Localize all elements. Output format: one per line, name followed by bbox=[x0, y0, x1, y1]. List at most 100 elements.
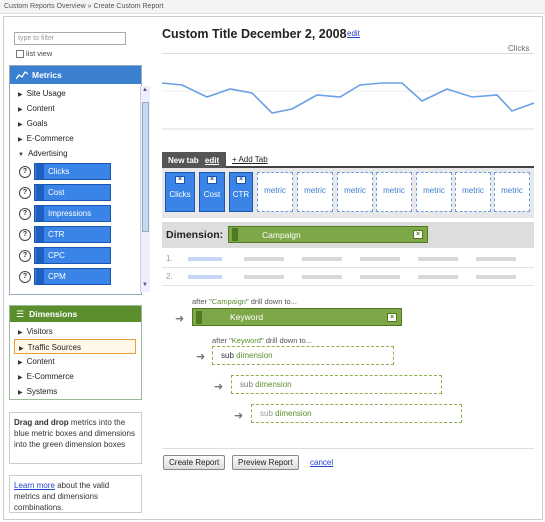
remove-icon[interactable]: × bbox=[413, 230, 423, 239]
metric-slot-clicks[interactable]: × Clicks bbox=[165, 172, 195, 212]
table-row: 2. bbox=[162, 268, 534, 286]
metric-group-ecommerce[interactable]: ▶ E-Commerce bbox=[10, 131, 138, 146]
clicks-sparkline-chart bbox=[162, 53, 534, 130]
remove-icon[interactable]: × bbox=[236, 176, 246, 184]
metric-slot-empty[interactable]: metric bbox=[455, 172, 491, 212]
subdimension-keyword[interactable]: Keyword × bbox=[192, 308, 402, 326]
list-view-toggle[interactable]: list view bbox=[16, 49, 52, 58]
preview-report-button[interactable]: Preview Report bbox=[232, 455, 299, 470]
tab-label: New tab bbox=[168, 156, 199, 165]
drag-handle bbox=[196, 310, 202, 324]
dimension-campaign[interactable]: Campaign × bbox=[228, 226, 428, 243]
expand-icon: ▶ bbox=[18, 107, 23, 113]
dimension-tree: ▶ Visitors ▶ Traffic Sources ▶ Content ▶ E-C… bbox=[10, 324, 141, 399]
help-icon[interactable]: ? bbox=[19, 165, 31, 178]
help-icon[interactable]: ? bbox=[19, 249, 31, 262]
dimension-group-visitors[interactable]: ▶ Visitors bbox=[10, 324, 141, 339]
learn-more-help: Learn more about the valid metrics and d… bbox=[9, 475, 142, 513]
dimensions-header[interactable]: ☰ Dimensions bbox=[10, 306, 141, 322]
dimensions-panel: ☰ Dimensions ▶ Visitors ▶ Traffic Sources … bbox=[9, 305, 142, 400]
metric-row-ctr: ? CTR bbox=[10, 224, 138, 245]
help-icon[interactable]: ? bbox=[19, 207, 31, 220]
dimension-group-ecommerce[interactable]: ▶ E-Commerce bbox=[10, 369, 141, 384]
chart-line bbox=[162, 82, 534, 114]
dimension-group-systems[interactable]: ▶ Systems bbox=[10, 384, 141, 399]
help-icon[interactable]: ? bbox=[19, 228, 31, 241]
metric-row-cpm: ? CPM bbox=[10, 266, 138, 287]
metric-cpm[interactable]: CPM bbox=[34, 268, 111, 285]
metric-cpc[interactable]: CPC bbox=[34, 247, 111, 264]
list-icon: ☰ bbox=[16, 308, 25, 319]
drag-handle bbox=[36, 164, 44, 179]
tab-edit-link[interactable]: edit bbox=[205, 156, 219, 165]
dimension-group-traffic-sources[interactable]: ▶ Traffic Sources bbox=[14, 339, 136, 354]
remove-icon[interactable]: × bbox=[175, 176, 185, 184]
expand-icon: ▶ bbox=[18, 92, 23, 98]
collapse-icon: ▼ bbox=[18, 152, 24, 158]
metric-row-cpc: ? CPC bbox=[10, 245, 138, 266]
remove-icon[interactable]: × bbox=[387, 312, 397, 322]
metric-group-site-usage[interactable]: ▶ Site Usage bbox=[10, 86, 138, 101]
scroll-down-icon[interactable]: ▼ bbox=[142, 282, 148, 288]
metric-row-cost: ? Cost bbox=[10, 182, 138, 203]
create-report-button[interactable]: Create Report bbox=[163, 455, 226, 470]
drag-handle bbox=[36, 206, 44, 221]
expand-icon: ▶ bbox=[18, 122, 23, 128]
list-view-label: list view bbox=[26, 49, 53, 58]
dimension-group-content[interactable]: ▶ Content bbox=[10, 354, 141, 369]
help-icon[interactable]: ? bbox=[19, 186, 31, 199]
title-edit-link[interactable]: edit bbox=[347, 29, 360, 38]
metrics-scrollbar[interactable]: ▲ ▼ bbox=[140, 86, 150, 292]
metric-group-advertising[interactable]: ▼ Advertising bbox=[10, 146, 138, 161]
table-row: 1. bbox=[162, 250, 534, 268]
metrics-header[interactable]: Metrics bbox=[10, 66, 141, 84]
drag-handle bbox=[36, 185, 44, 200]
subdimension-slot-3[interactable]: sub dimension bbox=[251, 404, 462, 423]
tab-new[interactable]: New tab edit bbox=[162, 152, 226, 168]
subdimension-slot-1[interactable]: sub dimension bbox=[212, 346, 394, 365]
dimension-label: Dimension: bbox=[166, 229, 224, 241]
subdimension-slot-2[interactable]: sub dimension bbox=[231, 375, 442, 394]
dimensions-title: Dimensions bbox=[29, 309, 78, 319]
metric-slot-ctr[interactable]: × CTR bbox=[229, 172, 253, 212]
metric-slot-cost[interactable]: × Cost bbox=[199, 172, 225, 212]
filter-input[interactable]: type to filter bbox=[14, 32, 126, 45]
metric-clicks[interactable]: Clicks bbox=[34, 163, 111, 180]
metric-slot-empty[interactable]: metric bbox=[376, 172, 412, 212]
scroll-up-icon[interactable]: ▲ bbox=[142, 87, 148, 93]
remove-icon[interactable]: × bbox=[207, 176, 217, 184]
row-number: 2. bbox=[166, 272, 173, 281]
breadcrumb: Custom Reports Overview » Create Custom … bbox=[0, 0, 545, 14]
drilldown-arrow-icon: ➜ bbox=[214, 381, 224, 393]
add-tab-link[interactable]: + Add Tab bbox=[232, 155, 268, 164]
metric-ctr[interactable]: CTR bbox=[34, 226, 111, 243]
metric-slot-empty[interactable]: metric bbox=[297, 172, 333, 212]
metrics-title: Metrics bbox=[32, 70, 62, 80]
metric-group-goals[interactable]: ▶ Goals bbox=[10, 116, 138, 131]
metric-slot-empty[interactable]: metric bbox=[494, 172, 530, 212]
help-icon[interactable]: ? bbox=[19, 270, 31, 283]
metric-group-content[interactable]: ▶ Content bbox=[10, 101, 138, 116]
metric-slot-empty[interactable]: metric bbox=[337, 172, 373, 212]
list-view-checkbox[interactable] bbox=[16, 49, 24, 58]
chart-line-icon bbox=[16, 70, 28, 79]
metric-slot-empty[interactable]: metric bbox=[416, 172, 452, 212]
cancel-link[interactable]: cancel bbox=[310, 458, 333, 467]
metric-cost[interactable]: Cost bbox=[34, 184, 111, 201]
metric-drop-area: × Clicks × Cost × CTR metric metric metric … bbox=[162, 168, 534, 218]
drag-drop-help: Drag and drop metrics into the blue metr… bbox=[9, 412, 142, 464]
expand-icon: ▶ bbox=[18, 390, 23, 396]
metric-slot-empty[interactable]: metric bbox=[257, 172, 293, 212]
scrollbar-thumb[interactable] bbox=[142, 102, 149, 232]
metric-impressions[interactable]: Impressions bbox=[34, 205, 111, 222]
row-number: 1. bbox=[166, 254, 173, 263]
drilldown-arrow-icon: ➜ bbox=[175, 313, 185, 325]
tab-bar: New tab edit + Add Tab bbox=[162, 152, 534, 168]
drag-handle bbox=[232, 228, 238, 241]
learn-more-link[interactable]: Learn more bbox=[14, 481, 55, 490]
expand-icon: ▶ bbox=[19, 346, 24, 352]
drag-handle bbox=[36, 227, 44, 242]
drag-handle bbox=[36, 269, 44, 284]
expand-icon: ▶ bbox=[18, 137, 23, 143]
drilldown-caption-2: after "Keyword" drill down to... bbox=[212, 336, 312, 345]
